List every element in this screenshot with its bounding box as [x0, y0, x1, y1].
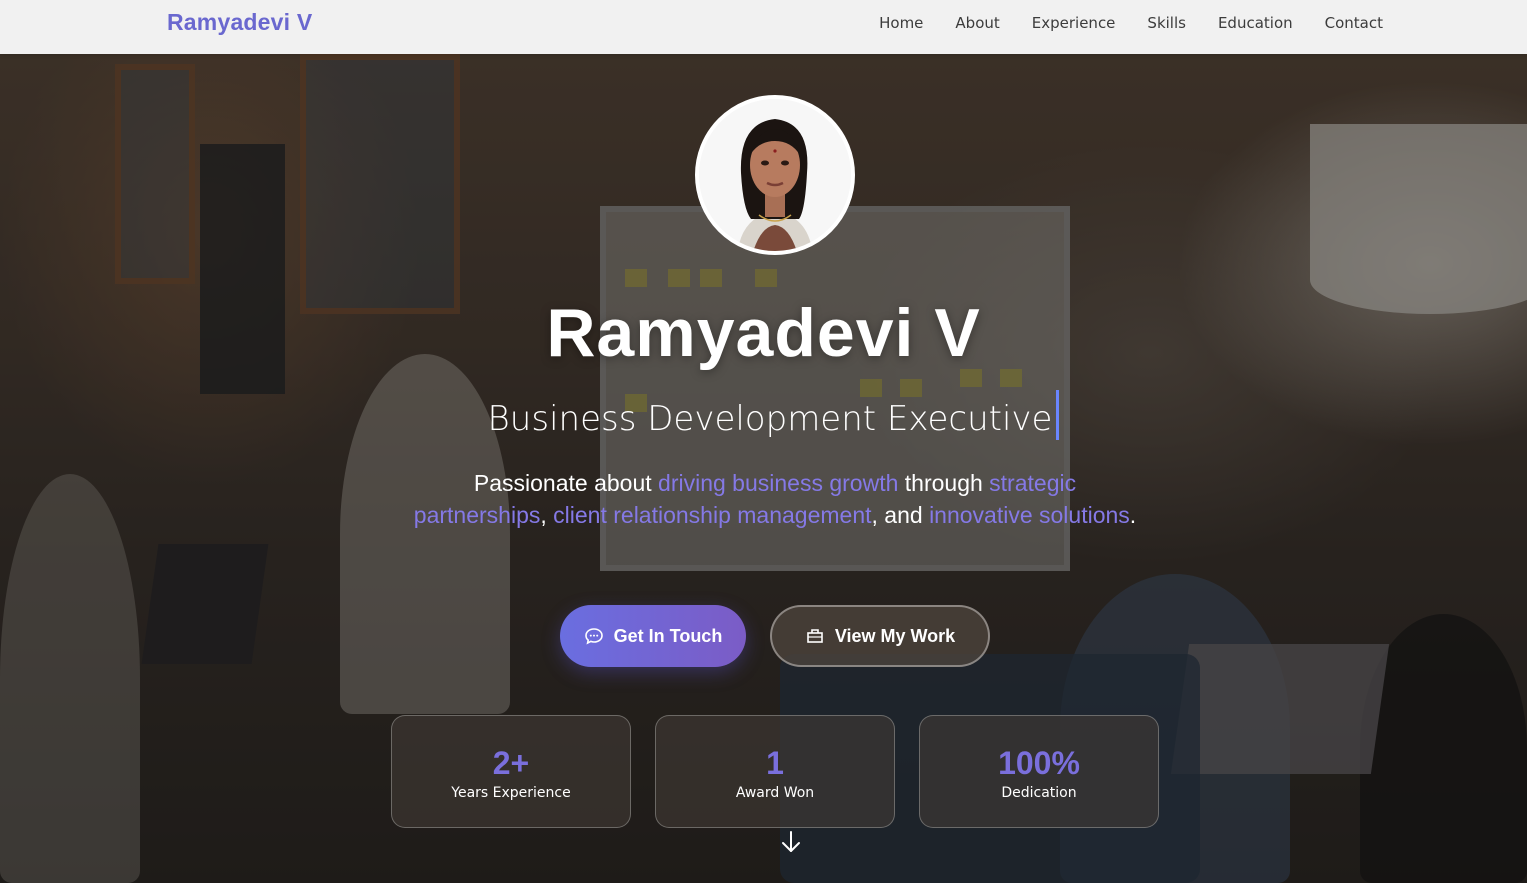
profile-avatar	[695, 95, 855, 255]
stat-value: 100%	[998, 744, 1080, 781]
typing-cursor	[1056, 390, 1060, 440]
tagline-text: Passionate about	[473, 470, 659, 496]
tagline-text: .	[1129, 502, 1137, 528]
navbar: Ramyadevi V Home About Experience Skills…	[0, 0, 1527, 54]
nav-link-experience[interactable]: Experience	[1032, 14, 1116, 32]
nav-link-contact[interactable]: Contact	[1325, 14, 1383, 32]
stat-value: 2+	[492, 744, 530, 781]
tagline-highlight: driving business growth	[658, 470, 899, 496]
chat-bubble-icon	[584, 626, 604, 646]
nav-item-skills: Skills	[1147, 13, 1186, 33]
tagline-highlight: innovative solutions	[929, 502, 1130, 528]
stat-label: Dedication	[1001, 784, 1077, 801]
nav-item-education: Education	[1218, 13, 1293, 33]
nav-link-skills[interactable]: Skills	[1147, 14, 1186, 32]
profile-photo	[699, 99, 851, 251]
nav-link-education[interactable]: Education	[1218, 14, 1293, 32]
briefcase-icon	[805, 626, 825, 646]
view-my-work-label: View My Work	[834, 625, 956, 646]
stat-card-dedication: 100% Dedication	[919, 715, 1159, 828]
stats-row: 2+ Years Experience 1 Award Won 100% Ded…	[391, 715, 1159, 828]
hero-role-text: Business Development Executive	[487, 399, 1053, 439]
nav-item-contact: Contact	[1325, 13, 1383, 33]
hero-name: Ramyadevi V	[546, 295, 981, 371]
tagline-highlight: client relationship management	[553, 502, 872, 528]
nav-links: Home About Experience Skills Education C…	[879, 13, 1383, 33]
tagline-text: through	[898, 470, 990, 496]
arrow-down-icon[interactable]	[778, 829, 804, 855]
stat-card-experience: 2+ Years Experience	[391, 715, 631, 828]
stat-card-awards: 1 Award Won	[655, 715, 895, 828]
brand-logo[interactable]: Ramyadevi V	[167, 9, 312, 36]
nav-item-home: Home	[879, 13, 923, 33]
nav-item-experience: Experience	[1032, 13, 1116, 33]
view-my-work-button[interactable]: View My Work	[770, 605, 990, 667]
get-in-touch-button[interactable]: Get In Touch	[560, 605, 746, 667]
hero-tagline: Passionate about driving business growth…	[410, 467, 1140, 531]
stat-label: Years Experience	[451, 784, 571, 801]
stat-value: 1	[766, 744, 784, 781]
nav-item-about: About	[955, 13, 999, 33]
tagline-text: ,	[540, 502, 554, 528]
hero-role: Business Development Executive	[0, 390, 1527, 440]
nav-link-about[interactable]: About	[955, 14, 999, 32]
get-in-touch-label: Get In Touch	[613, 625, 723, 646]
nav-link-home[interactable]: Home	[879, 14, 923, 32]
tagline-text: , and	[871, 502, 930, 528]
stat-label: Award Won	[735, 784, 815, 801]
